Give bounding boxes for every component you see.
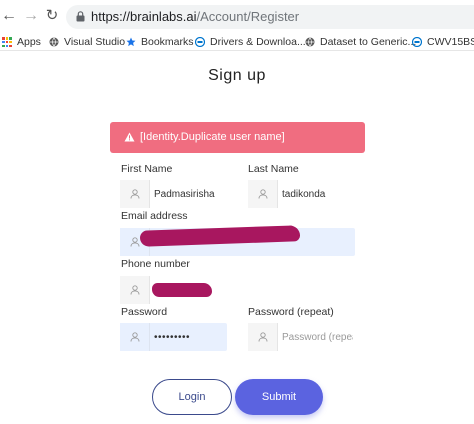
apps-grid-icon xyxy=(2,37,12,48)
browser-toolbar: ← → ↻ https://brainlabs.ai/Account/Regis… xyxy=(0,0,474,33)
password-repeat-field xyxy=(248,323,355,351)
page-title: Sign up xyxy=(208,67,266,84)
password-label: Password xyxy=(121,306,168,318)
url-host: https://brainlabs.ai xyxy=(91,9,197,24)
input-addon xyxy=(120,180,150,208)
address-bar[interactable]: https://brainlabs.ai/Account/Register xyxy=(66,5,474,29)
user-icon xyxy=(130,285,140,295)
first-name-input[interactable] xyxy=(154,180,225,208)
warning-icon xyxy=(124,132,135,142)
user-icon xyxy=(130,237,140,247)
first-name-label: First Name xyxy=(121,163,173,175)
submit-button[interactable]: Submit xyxy=(235,379,323,415)
star-icon xyxy=(126,37,136,47)
user-icon xyxy=(130,189,140,199)
url-text: https://brainlabs.ai/Account/Register xyxy=(91,9,299,25)
user-icon xyxy=(130,332,140,342)
last-name-input[interactable] xyxy=(282,180,353,208)
input-addon xyxy=(248,180,278,208)
last-name-field xyxy=(248,180,355,208)
globe-icon xyxy=(49,37,59,47)
password-repeat-input[interactable] xyxy=(282,323,353,351)
user-icon xyxy=(258,189,268,199)
input-addon xyxy=(248,323,278,351)
lock-icon xyxy=(76,11,85,22)
login-button[interactable]: Login xyxy=(152,379,232,415)
back-arrow-icon[interactable]: ← xyxy=(0,7,18,25)
bookmark-label: CWV15BS xyxy=(427,36,474,48)
bookmark-label: Visual Studio xyxy=(64,36,126,48)
last-name-label: Last Name xyxy=(248,163,299,175)
globe-icon xyxy=(305,37,315,47)
bookmark-cwv15bs[interactable]: CWV15BS xyxy=(412,34,474,50)
bookmark-label: Dataset to Generic... xyxy=(320,36,417,48)
password-field xyxy=(120,323,227,351)
bookmark-visual-studio[interactable]: Visual Studio xyxy=(49,34,125,50)
bookmark-label: Drivers & Downloa... xyxy=(210,36,306,48)
dell-logo-icon xyxy=(412,37,422,48)
input-addon xyxy=(120,276,150,304)
bookmark-label: Apps xyxy=(17,36,41,48)
phone-label: Phone number xyxy=(121,258,190,270)
first-name-field xyxy=(120,180,227,208)
input-addon xyxy=(120,323,150,351)
forward-arrow-icon[interactable]: → xyxy=(22,7,40,25)
bookmarks-bar: Apps Visual Studio Bookmarks Drivers & D… xyxy=(0,33,474,51)
bookmark-dataset[interactable]: Dataset to Generic... xyxy=(305,34,416,50)
alert-message: [Identity.Duplicate user name] xyxy=(140,131,285,143)
bookmark-apps[interactable]: Apps xyxy=(2,34,41,50)
password-repeat-label: Password (repeat) xyxy=(248,306,334,318)
user-icon xyxy=(258,332,268,342)
password-input[interactable] xyxy=(154,323,225,351)
bookmark-label: Bookmarks xyxy=(141,36,194,48)
error-alert: [Identity.Duplicate user name] xyxy=(110,122,365,153)
bookmark-bookmarks[interactable]: Bookmarks xyxy=(126,34,194,50)
url-path: /Account/Register xyxy=(196,9,300,24)
bookmark-drivers[interactable]: Drivers & Downloa... xyxy=(195,34,306,50)
email-label: Email address xyxy=(121,210,188,222)
phone-redaction xyxy=(152,283,212,297)
reload-icon[interactable]: ↻ xyxy=(43,7,61,25)
dell-logo-icon xyxy=(195,37,205,48)
